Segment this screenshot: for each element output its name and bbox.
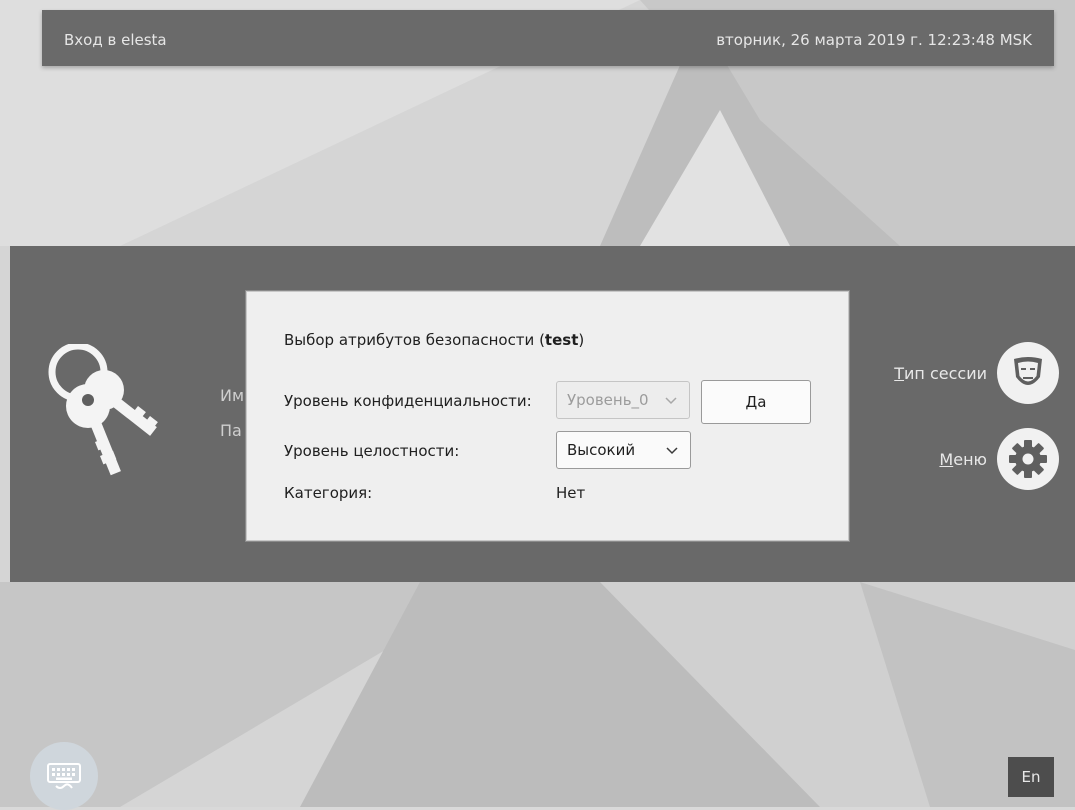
username-label: Им	[220, 386, 245, 405]
menu-label: Меню	[939, 449, 987, 469]
top-bar: Вход в elesta вторник, 26 марта 2019 г. …	[42, 10, 1054, 66]
keys-icon	[48, 344, 158, 476]
chevron-down-icon	[665, 397, 677, 405]
category-label: Категория:	[284, 484, 373, 502]
date-time: вторник, 26 марта 2019 г. 12:23:48 MSK	[716, 31, 1032, 49]
dialog-heading: Выбор атрибутов безопасности (test)	[284, 331, 585, 349]
category-value: Нет	[556, 484, 586, 502]
confidentiality-value: Уровень_0	[567, 391, 649, 409]
integrity-value: Высокий	[567, 441, 636, 459]
virtual-keyboard-button[interactable]	[30, 742, 98, 810]
keyboard-layout-indicator[interactable]: En	[1008, 757, 1054, 797]
theater-mask-icon	[997, 342, 1059, 404]
password-label: Па	[220, 421, 242, 440]
security-attributes-dialog: Выбор атрибутов безопасности (test) Уров…	[245, 290, 850, 542]
window-title: Вход в elesta	[64, 31, 167, 49]
confidentiality-select: Уровень_0	[556, 381, 690, 419]
dialog-heading-user: test	[544, 331, 579, 349]
chevron-down-icon	[666, 447, 678, 455]
ok-button[interactable]: Да	[701, 380, 811, 424]
session-type-label: Тип сессии	[894, 363, 987, 383]
confidentiality-label: Уровень конфиденциальности:	[284, 392, 532, 410]
integrity-select[interactable]: Высокий	[556, 431, 691, 469]
session-type-button[interactable]: Тип сессии	[894, 342, 1059, 404]
integrity-label: Уровень целостности:	[284, 442, 460, 460]
keyboard-icon	[47, 763, 81, 789]
gear-icon	[997, 428, 1059, 490]
menu-button[interactable]: Меню	[939, 428, 1059, 490]
